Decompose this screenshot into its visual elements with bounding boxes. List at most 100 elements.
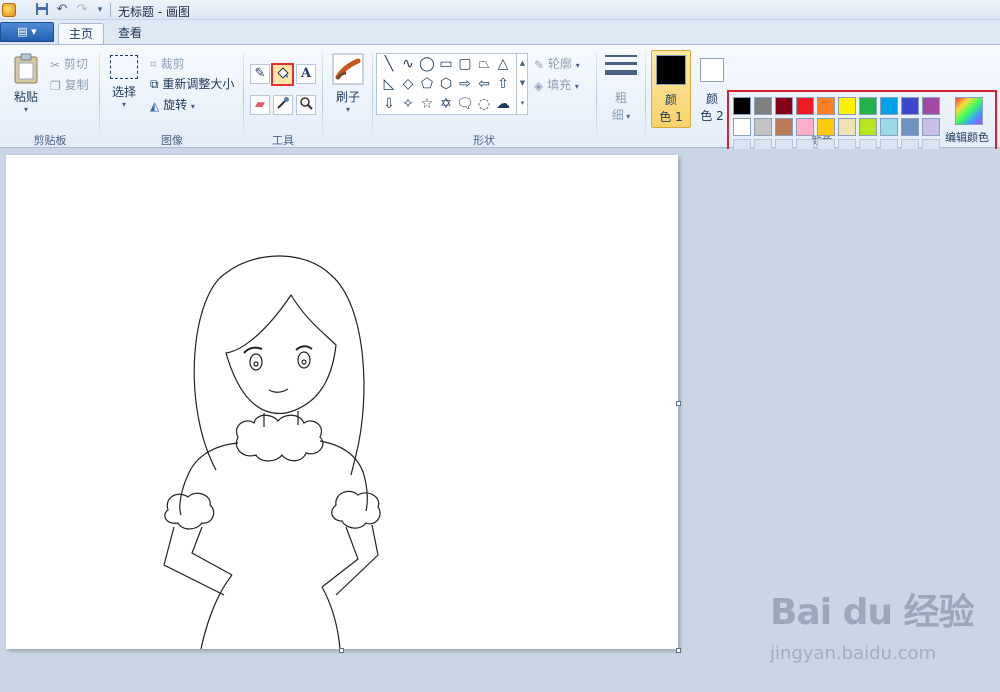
cloud-callout-shape-icon[interactable]: ☁ <box>494 95 512 113</box>
palette-color-swatch[interactable] <box>817 97 835 115</box>
copy-button[interactable]: ❐ 复制 <box>50 76 89 93</box>
six-point-star-shape-icon[interactable]: ✡ <box>437 95 455 113</box>
palette-color-swatch[interactable] <box>796 118 814 136</box>
size-label-1: 粗 <box>614 91 627 105</box>
text-tool-icon[interactable]: A <box>296 64 316 84</box>
magnifier-icon[interactable] <box>296 95 316 115</box>
color-1-button[interactable]: 颜 色 1 <box>651 50 691 128</box>
palette-color-swatch[interactable] <box>754 97 772 115</box>
tab-view[interactable]: 查看 <box>108 23 152 44</box>
paint-app-icon[interactable] <box>2 3 16 17</box>
size-button[interactable]: 粗 细 ▾ <box>603 55 639 123</box>
five-point-star-shape-icon[interactable]: ☆ <box>418 95 436 113</box>
four-point-star-shape-icon[interactable]: ✧ <box>399 95 417 113</box>
paint-menu-button[interactable]: ▤ ▾ <box>0 22 54 42</box>
oval-callout-shape-icon[interactable]: ◌ <box>475 95 493 113</box>
crop-button[interactable]: ⌗ 裁剪 <box>150 55 185 72</box>
fill-dropdown-icon: ▾ <box>574 82 579 91</box>
rounded-rectangle-shape-icon[interactable]: ▢ <box>456 55 474 73</box>
polygon-shape-icon[interactable]: ⏢ <box>475 55 493 73</box>
tab-home[interactable]: 主页 <box>58 23 105 44</box>
color-picker-icon[interactable] <box>273 95 293 115</box>
palette-color-swatch[interactable] <box>733 97 751 115</box>
redo-icon[interactable]: ↷ <box>74 2 90 18</box>
rect-callout-shape-icon[interactable]: 🗨 <box>456 95 474 113</box>
group-separator <box>99 51 100 143</box>
fill-bucket-icon[interactable] <box>271 63 294 86</box>
palette-color-swatch[interactable] <box>922 118 940 136</box>
shapes-scrollbar[interactable]: ▲ ▼ ▾ <box>516 53 528 115</box>
palette-color-swatch[interactable] <box>775 97 793 115</box>
palette-color-swatch[interactable] <box>838 118 856 136</box>
resize-handle-corner[interactable] <box>676 648 681 653</box>
group-separator <box>243 51 244 143</box>
left-arrow-shape-icon[interactable]: ⇦ <box>475 75 493 93</box>
diamond-shape-icon[interactable]: ◇ <box>399 75 417 93</box>
title-separator <box>110 3 111 17</box>
palette-color-swatch[interactable] <box>859 118 877 136</box>
paste-button[interactable]: 粘贴 ▾ <box>8 53 44 114</box>
palette-color-swatch[interactable] <box>922 97 940 115</box>
ribbon-tabs: ▤ ▾ 主页 查看 <box>0 20 1000 44</box>
edit-colors-label: 编辑颜色 <box>945 131 989 144</box>
palette-color-swatch[interactable] <box>838 97 856 115</box>
girl-line-drawing <box>163 255 381 650</box>
customize-toolbar-chevron-icon[interactable]: ▾ <box>92 2 108 18</box>
pencil-icon[interactable]: ✎ <box>250 64 270 84</box>
curve-shape-icon[interactable]: ∿ <box>399 55 417 73</box>
outline-dropdown-icon: ▾ <box>575 61 580 70</box>
rotate-icon: ◭ <box>150 98 160 113</box>
outline-button[interactable]: ✎ 轮廓 ▾ <box>534 55 580 72</box>
resize-button[interactable]: ⧉ 重新调整大小 <box>150 75 234 92</box>
line-shape-icon[interactable]: ╲ <box>380 55 398 73</box>
palette-color-swatch[interactable] <box>754 118 772 136</box>
select-button[interactable]: 选择 ▾ <box>106 55 142 109</box>
color-2-button[interactable]: 颜 色 2 <box>695 50 729 128</box>
oval-shape-icon[interactable]: ◯ <box>418 55 436 73</box>
right-triangle-shape-icon[interactable]: ◺ <box>380 75 398 93</box>
tools-group-label: 工具 <box>272 134 294 147</box>
undo-icon[interactable]: ↶ <box>54 2 70 18</box>
up-arrow-shape-icon[interactable]: ⇧ <box>494 75 512 93</box>
color-1-label-1: 颜 <box>664 93 677 107</box>
resize-handle-bottom[interactable] <box>339 648 344 653</box>
pentagon-shape-icon[interactable]: ⬠ <box>418 75 436 93</box>
eraser-icon[interactable]: ▰ <box>250 95 270 115</box>
edit-colors-button[interactable]: 编辑颜色 <box>945 97 992 145</box>
palette-color-swatch[interactable] <box>733 118 751 136</box>
rectangle-shape-icon[interactable]: ▭ <box>437 55 455 73</box>
drawing-canvas[interactable] <box>6 155 678 650</box>
palette-color-swatch[interactable] <box>796 97 814 115</box>
triangle-shape-icon[interactable]: △ <box>494 55 512 73</box>
copy-icon: ❐ <box>50 78 61 93</box>
watermark-logo: Bai du 经验 <box>770 592 975 633</box>
paste-dropdown-icon: ▾ <box>23 105 28 114</box>
palette-color-swatch[interactable] <box>901 118 919 136</box>
resize-label: 重新调整大小 <box>162 77 235 91</box>
cut-button[interactable]: ✂ 剪切 <box>50 55 88 72</box>
select-label: 选择 <box>111 85 136 99</box>
palette-color-swatch[interactable] <box>901 97 919 115</box>
group-separator <box>645 51 646 143</box>
title-bar: ↶ ↷ ▾ 无标题 - 画图 <box>0 0 1000 20</box>
down-arrow-shape-icon[interactable]: ⇩ <box>380 95 398 113</box>
save-icon[interactable] <box>34 2 50 18</box>
palette-color-swatch[interactable] <box>775 118 793 136</box>
watermark-url: jingyan.baidu.com <box>770 643 937 664</box>
resize-handle-right[interactable] <box>676 401 681 406</box>
outline-brush-icon: ✎ <box>534 57 545 72</box>
rotate-button[interactable]: ◭ 旋转 ▾ <box>150 96 195 113</box>
selection-rectangle-icon <box>110 55 138 79</box>
fill-button[interactable]: ◈ 填充 ▾ <box>534 76 579 93</box>
group-separator <box>322 51 323 143</box>
palette-color-swatch[interactable] <box>859 97 877 115</box>
hexagon-shape-icon[interactable]: ⬡ <box>437 75 455 93</box>
palette-color-swatch[interactable] <box>880 97 898 115</box>
fill-bucket-small-icon: ◈ <box>534 78 544 93</box>
palette-color-swatch[interactable] <box>817 118 835 136</box>
color-spectrum-icon <box>955 97 983 125</box>
palette-color-swatch[interactable] <box>880 118 898 136</box>
brushes-button[interactable]: 刷子 ▾ <box>330 53 366 114</box>
right-arrow-shape-icon[interactable]: ⇨ <box>456 75 474 93</box>
clipboard-icon <box>14 53 38 84</box>
